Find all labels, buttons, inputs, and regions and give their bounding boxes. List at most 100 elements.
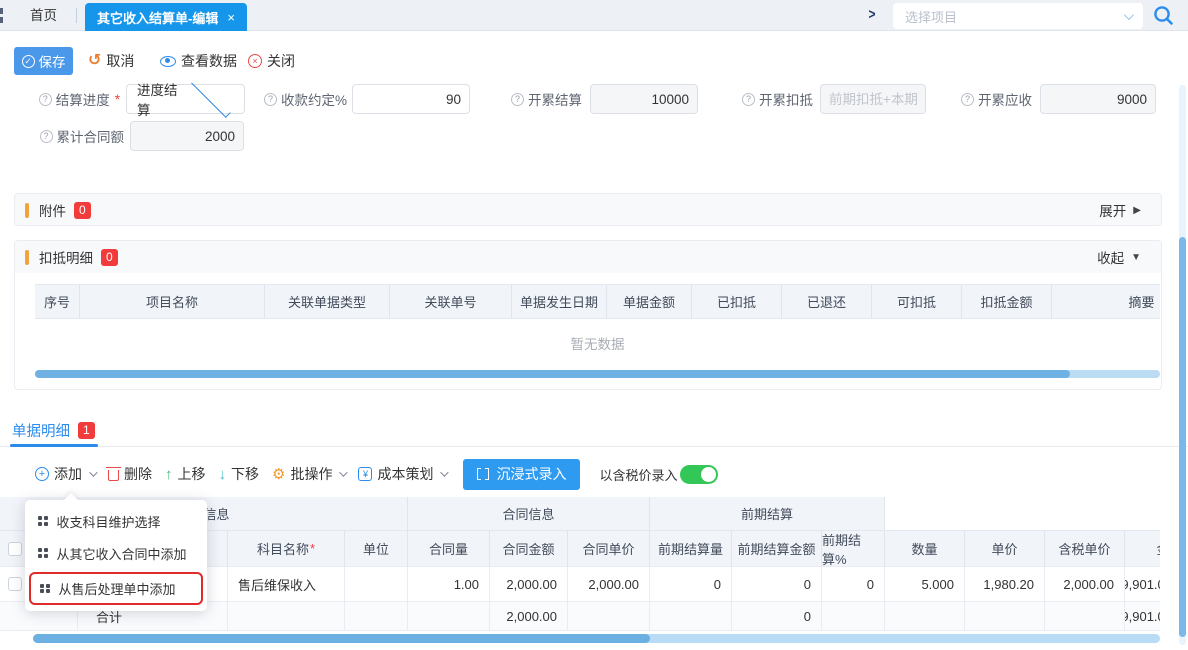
- select-all-checkbox[interactable]: [8, 542, 22, 556]
- app-window: 首页 其它收入结算单-编辑 × > 选择项目 ✓ 保存 ↺ 取消 查看数据 ×: [0, 0, 1188, 650]
- total-amount: 9,901.00: [1125, 602, 1160, 631]
- grid-icon: [40, 584, 50, 594]
- scrollbar-thumb[interactable]: [33, 634, 650, 643]
- col-header: 扣抵金额: [962, 285, 1052, 318]
- immersive-entry-button[interactable]: 沉浸式录入: [463, 459, 580, 490]
- cell: [1045, 602, 1125, 631]
- menu-item-from-aftersales-order[interactable]: 从售后处理单中添加: [31, 574, 201, 603]
- cell-contract-price: 2,000.00: [568, 567, 650, 602]
- cell: [822, 602, 885, 631]
- add-button[interactable]: + 添加: [35, 464, 95, 484]
- cell: [965, 602, 1045, 631]
- detail-hscrollbar[interactable]: [33, 634, 1160, 643]
- help-icon: ?: [39, 93, 52, 106]
- col-header: 含税单价: [1045, 531, 1125, 567]
- delete-button[interactable]: 删除: [108, 464, 152, 484]
- col-header: 金额: [1125, 531, 1160, 567]
- cum-contract-input: [130, 121, 244, 151]
- page-vscrollbar[interactable]: [1179, 85, 1186, 645]
- cell: [345, 602, 408, 631]
- collapse-arrow-icon: ▼: [1131, 252, 1141, 263]
- cum-deduct-label: ? 开累扣抵: [730, 84, 813, 114]
- cum-receivable-input: [1040, 84, 1156, 114]
- deduction-collapse-button[interactable]: 收起 ▼: [1097, 247, 1141, 267]
- section-marker: [25, 203, 29, 218]
- cell: [228, 602, 345, 631]
- action-toolbar: ✓ 保存 ↺ 取消 查看数据 × 关闭: [0, 42, 1188, 80]
- cell-amount: 9,901.00: [1125, 567, 1160, 602]
- chevron-down-icon: [340, 468, 348, 476]
- group-header: 前期结算: [650, 497, 885, 531]
- menu-item-from-other-income-contract[interactable]: 从其它收入合同中添加: [25, 537, 207, 569]
- group-header: 合同信息: [408, 497, 650, 531]
- payment-pct-input[interactable]: [352, 84, 470, 114]
- chevron-down-icon: [1124, 10, 1134, 20]
- toggle-knob: [701, 467, 716, 482]
- help-icon: ?: [961, 93, 974, 106]
- col-header: 单据金额: [607, 285, 692, 318]
- project-select[interactable]: 选择项目: [893, 3, 1143, 29]
- detail-tab-label: 单据明细: [12, 420, 70, 441]
- cell: [885, 602, 965, 631]
- cell-subject-name: 售后维保收入: [228, 567, 345, 602]
- attachments-title: 附件: [39, 200, 66, 220]
- attachments-expand-button[interactable]: 展开 ▶: [1099, 200, 1141, 220]
- help-icon: ?: [264, 93, 277, 106]
- help-icon: ?: [742, 93, 755, 106]
- col-header: 数量: [885, 531, 965, 567]
- save-button[interactable]: ✓ 保存: [14, 47, 73, 75]
- highlight-red-box: 从售后处理单中添加: [29, 572, 203, 605]
- cell-prev-qty: 0: [650, 567, 732, 602]
- menu-item-subject-maintain[interactable]: 收支科目维护选择: [25, 505, 207, 537]
- cell-qty: 5.000: [885, 567, 965, 602]
- move-up-button[interactable]: ↑ 上移: [165, 464, 206, 484]
- deduction-title: 扣抵明细: [39, 247, 93, 267]
- help-icon: ?: [511, 93, 524, 106]
- search-icon[interactable]: [1152, 4, 1175, 30]
- view-data-button[interactable]: 查看数据: [160, 47, 237, 75]
- deduction-hscrollbar[interactable]: [35, 370, 1160, 378]
- tab-detail[interactable]: 单据明细 1: [12, 420, 95, 441]
- tab-separator: [76, 8, 77, 23]
- tax-toggle-label: 以含税价录入: [599, 465, 677, 484]
- cell-contract-amount: 2,000.00: [490, 567, 568, 602]
- view-data-label: 查看数据: [181, 51, 237, 71]
- col-header: 单据发生日期: [512, 285, 607, 318]
- cost-plan-button[interactable]: ¥ 成本策划: [358, 464, 446, 484]
- scrollbar-thumb[interactable]: [35, 370, 1070, 378]
- clipped-tab-icon: [0, 8, 5, 23]
- trash-icon: [108, 470, 119, 481]
- close-label: 关闭: [267, 51, 295, 71]
- col-header: 已退还: [782, 285, 872, 318]
- tax-toggle-group: 以含税价录入: [599, 465, 718, 484]
- settle-progress-select[interactable]: 进度结算: [126, 84, 245, 114]
- chevron-down-icon: [191, 78, 231, 118]
- tab-bar: 首页 其它收入结算单-编辑 × > 选择项目: [0, 0, 1188, 31]
- tax-included-toggle[interactable]: [680, 465, 718, 484]
- tab-active-edit[interactable]: 其它收入结算单-编辑 ×: [85, 3, 247, 31]
- cum-contract-label: ? 累计合同额: [16, 121, 124, 151]
- batch-ops-button[interactable]: ⚙ 批操作: [272, 464, 345, 484]
- section-marker: [25, 250, 29, 265]
- attachments-count-badge: 0: [74, 202, 91, 219]
- scrollbar-thumb[interactable]: [1179, 237, 1186, 637]
- row-checkbox[interactable]: [8, 577, 22, 591]
- cancel-button[interactable]: ↺ 取消: [88, 47, 134, 75]
- arrow-up-icon: ↑: [165, 466, 173, 483]
- tab-home[interactable]: 首页: [18, 0, 69, 31]
- yen-square-icon: ¥: [358, 467, 372, 481]
- col-header: 项目名称: [80, 285, 265, 318]
- grid-icon: [38, 548, 48, 558]
- deduction-count-badge: 0: [101, 249, 118, 266]
- cell-prev-pct: 0: [822, 567, 885, 602]
- detail-toolbar: + 添加 删除 ↑ 上移 ↓ 下移 ⚙ 批操作 ¥ 成本策划 沉浸式录入: [35, 458, 718, 490]
- col-header: 序号: [35, 285, 80, 318]
- attachments-section: 附件 0 展开 ▶: [14, 193, 1162, 226]
- gear-icon: ⚙: [272, 465, 285, 483]
- save-label: 保存: [39, 51, 66, 71]
- tab-close-icon[interactable]: ×: [227, 10, 235, 25]
- close-button[interactable]: × 关闭: [248, 47, 295, 75]
- col-header: 合同金额: [490, 531, 568, 567]
- collapse-panel-chevron-icon[interactable]: >: [864, 5, 880, 25]
- move-down-button[interactable]: ↓ 下移: [219, 464, 260, 484]
